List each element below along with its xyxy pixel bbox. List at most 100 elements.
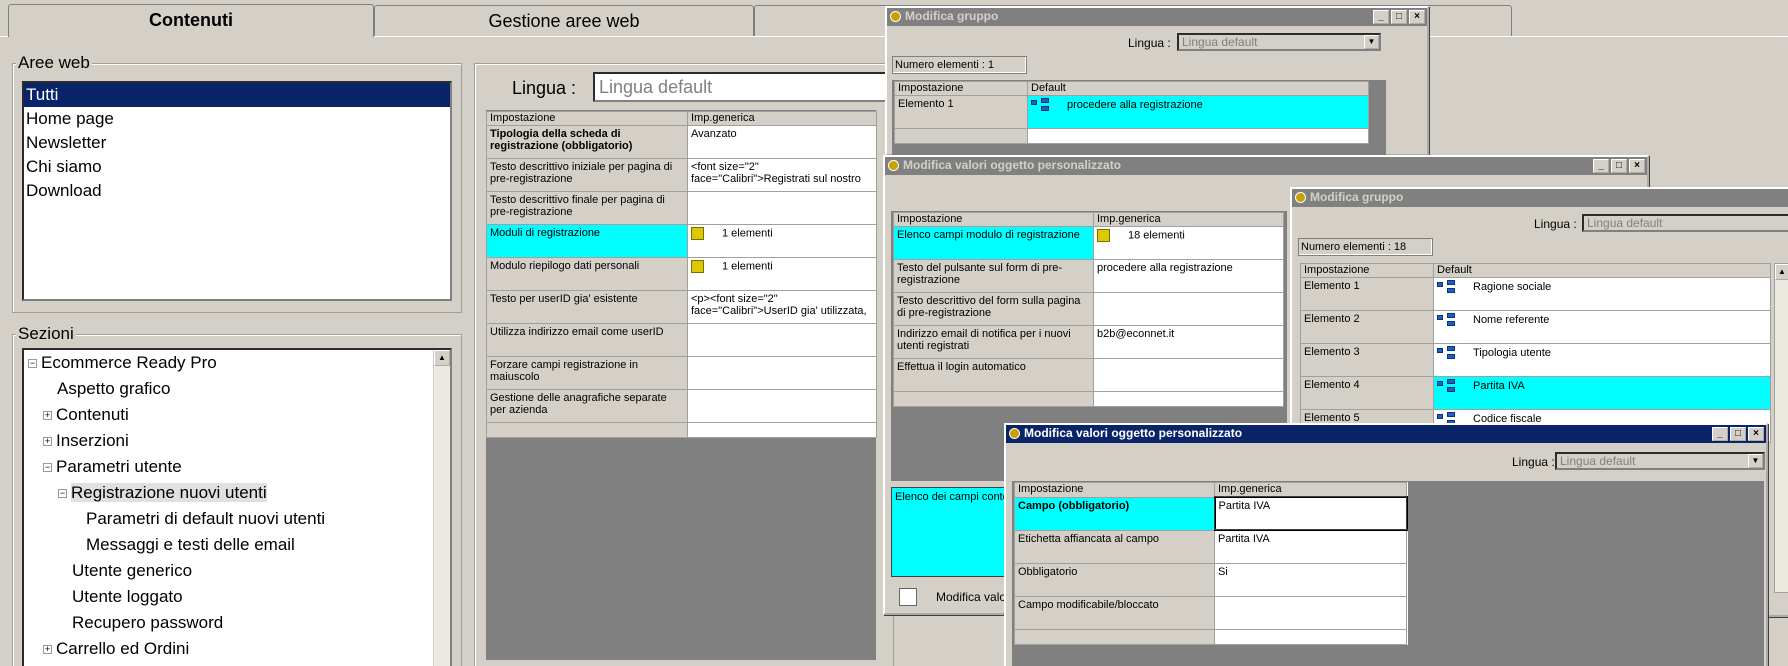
tree-node[interactable]: Utente loggato [72,587,183,607]
grid-value[interactable]: procedere alla registrazione [1027,95,1369,129]
group-grid[interactable]: Impostazione Default Elemento 1 procedere … [894,81,1369,144]
grid-key [486,422,688,438]
grid-value[interactable]: <p><font size="2" face="Calibri">UserID … [687,290,877,324]
grid-value[interactable]: Si [1214,562,1407,597]
close-button[interactable]: × [1748,427,1764,441]
modifica-valori-window-active[interactable]: Modifica valori oggetto personalizzato _… [1004,423,1768,666]
numero-elementi: Numero elementi : 1 [892,56,1027,74]
lingua-label: Lingua : [512,78,577,98]
grid-value[interactable]: Partita IVA [1433,376,1771,410]
main-grid[interactable]: Impostazione Imp.generica Tipologia della… [486,111,877,438]
grid-scrollbar[interactable]: ▲ [1774,263,1788,593]
grid-key: Elemento 2 [1300,310,1434,344]
grid-value[interactable]: procedere alla registrazione [1093,259,1284,293]
list-item[interactable]: Download [24,179,450,203]
tree-node[interactable]: Recupero password [72,613,223,633]
grid-header: Default [1027,81,1369,96]
numero-elementi: Numero elementi : 18 [1298,238,1433,256]
grid-key: Campo (obbligatorio) [1014,496,1215,531]
sezioni-tree[interactable]: − Ecommerce Ready Pro Aspetto grafico + Co… [22,348,452,666]
grid-value[interactable]: 18 elementi [1093,226,1284,260]
grid-value[interactable]: b2b@econnet.it [1093,325,1284,359]
grid-value[interactable] [1093,292,1284,326]
window-titlebar[interactable]: Modifica valori oggetto personalizzato _… [1006,425,1766,443]
grid-key: Etichetta affiancata al campo [1014,529,1215,564]
lingua-combo[interactable]: Lingua default ▼ [1177,33,1381,51]
grid-key: Tipologia della scheda di registrazione … [486,125,688,159]
grid-header: Imp.generica [687,111,877,126]
minimize-button[interactable]: _ [1373,10,1389,24]
grid-key: Moduli di registrazione [486,224,688,258]
window-titlebar[interactable]: Modifica gruppo [1292,189,1788,207]
grid-header: Imp.generica [1214,482,1407,498]
grid-value[interactable] [687,389,877,423]
maximize-button[interactable]: □ [1730,427,1746,441]
app-icon [1295,192,1306,203]
minimize-button[interactable]: _ [1593,159,1609,173]
tree-structure-icon [1437,280,1459,294]
tree-node[interactable]: + Carrello ed Ordini [43,639,189,659]
tree-node[interactable]: − Parametri utente [43,457,182,477]
values-grid[interactable]: Impostazione Imp.generica Campo (obbligat… [1014,482,1408,645]
grid-value [1093,391,1284,407]
grid-key: Elenco campi modulo di registrazione [893,226,1094,260]
grid-value[interactable]: Partita IVA [1214,529,1407,564]
tab-contenuti[interactable]: Contenuti [8,4,374,37]
lingua-combo[interactable]: Lingua default [1582,214,1788,232]
grid-key: Testo descrittivo finale per pagina di p… [486,191,688,225]
aree-web-list[interactable]: Tutti Home page Newsletter Chi siamo Dow… [22,81,452,301]
tree-node[interactable]: Parametri di default nuovi utenti [86,509,325,529]
list-item[interactable]: Tutti [24,83,450,107]
tab-gestione-aree-web[interactable]: Gestione aree web [374,5,754,37]
grid-value[interactable] [1093,358,1284,392]
grid-value[interactable] [687,356,877,390]
group-grid[interactable]: Impostazione Default Elemento 1 Ragione so… [1300,263,1771,443]
tree-structure-icon [1437,379,1459,393]
lingua-combo[interactable]: Lingua default [593,72,893,102]
lingua-label: Lingua : [1534,217,1577,231]
grid-key: Testo descrittivo iniziale per pagina di… [486,158,688,192]
grid-key: Forzare campi registrazione in maiuscolo [486,356,688,390]
tree-node-selected[interactable]: − Registrazione nuovi utenti [58,483,267,503]
grid-value[interactable]: Nome referente [1433,310,1771,344]
grid-value[interactable] [1214,595,1407,630]
grid-value[interactable]: Tipologia utente [1433,343,1771,377]
window-titlebar[interactable]: Modifica gruppo _ □ × [887,8,1427,26]
grid-header: Impostazione [894,81,1028,96]
tree-structure-icon [1031,98,1053,112]
grid-key: Obbligatorio [1014,562,1215,597]
grid-value[interactable]: Ragione sociale [1433,277,1771,311]
grid-value-editing[interactable]: Partita IVA [1213,496,1408,531]
grid-value[interactable]: <font size="2" face="Calibri">Registrati… [687,158,877,192]
list-item[interactable]: Home page [24,107,450,131]
tree-node[interactable]: + Inserzioni [43,431,129,451]
grid-key: Gestione delle anagrafiche separate per … [486,389,688,423]
maximize-button[interactable]: □ [1611,159,1627,173]
minimize-button[interactable]: _ [1712,427,1728,441]
grid-value[interactable] [687,191,877,225]
list-item[interactable]: Chi siamo [24,155,450,179]
tree-node[interactable]: − Ecommerce Ready Pro [28,353,217,373]
modifica-gruppo-window[interactable]: Modifica gruppo _ □ × Lingua : Lingua defa… [885,6,1429,156]
grid-key: Elemento 1 [894,95,1028,129]
close-button[interactable]: × [1409,10,1425,24]
grid-value[interactable]: 1 elementi [687,224,877,258]
folder-icon [691,227,704,240]
values-grid[interactable]: Impostazione Imp.generica Elenco campi mo… [893,212,1284,407]
grid-value[interactable]: Avanzato [687,125,877,159]
tree-structure-icon [1437,346,1459,360]
tree-node[interactable]: Messaggi e testi delle email [86,535,295,555]
grid-key: Campo modificabile/bloccato [1014,595,1215,630]
list-item[interactable]: Newsletter [24,131,450,155]
tree-node[interactable]: Utente generico [72,561,192,581]
grid-value[interactable] [687,323,877,357]
tree-scrollbar[interactable]: ▲ [433,350,450,666]
folder-icon [691,260,704,273]
maximize-button[interactable]: □ [1391,10,1407,24]
tree-node[interactable]: + Contenuti [43,405,129,425]
lingua-combo[interactable]: Lingua default ▼ [1555,452,1765,470]
grid-value[interactable]: 1 elementi [687,257,877,291]
window-titlebar[interactable]: Modifica valori oggetto personalizzato _… [885,157,1647,175]
tree-node[interactable]: Aspetto grafico [57,379,170,399]
close-button[interactable]: × [1629,159,1645,173]
